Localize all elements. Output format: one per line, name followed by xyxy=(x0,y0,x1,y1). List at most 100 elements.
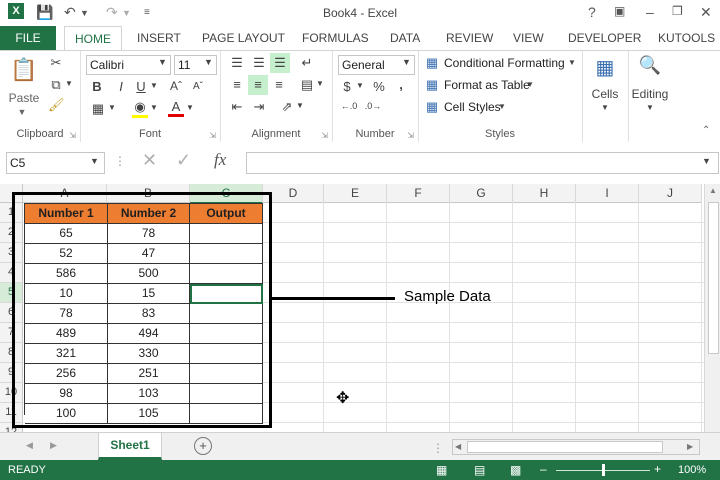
shrink-font-icon[interactable]: Aˇ xyxy=(190,81,206,92)
sheet-tab-sheet1[interactable]: Sheet1 xyxy=(98,433,162,460)
collapse-ribbon-icon[interactable]: ⌃ xyxy=(702,125,710,136)
enter-icon[interactable]: ✓ xyxy=(176,150,191,171)
column-header-d[interactable]: D xyxy=(263,184,324,203)
editing-binoculars-icon[interactable]: 🔍 xyxy=(638,55,662,79)
column-header-h[interactable]: H xyxy=(513,184,576,203)
cell-styles-button[interactable]: Cell Styles xyxy=(444,100,501,114)
paste-button[interactable]: Paste xyxy=(6,91,42,105)
bottom-align-icon[interactable]: ☰ xyxy=(270,53,290,73)
tab-review[interactable]: REVIEW xyxy=(446,31,493,45)
ribbon-display-icon[interactable]: ▣ xyxy=(614,4,625,18)
column-header-i[interactable]: I xyxy=(576,184,639,203)
underline-button[interactable]: U xyxy=(134,79,148,94)
fill-color-icon[interactable]: ◉ xyxy=(132,99,148,118)
borders-dropdown-icon[interactable]: ▼ xyxy=(108,103,116,112)
expand-formula-icon[interactable]: ▼ xyxy=(702,156,711,166)
horizontal-scroll-thumb[interactable] xyxy=(467,441,663,453)
normal-view-icon[interactable]: ▦ xyxy=(436,463,447,477)
minimize-icon[interactable]: – xyxy=(646,4,654,20)
vertical-scrollbar[interactable]: ▲ xyxy=(704,184,720,432)
wrap-text-icon[interactable]: ↵ xyxy=(298,55,316,71)
restore-icon[interactable]: ❐ xyxy=(672,4,683,18)
currency-button[interactable]: $ xyxy=(340,79,354,94)
conditional-formatting-dropdown-icon[interactable]: ▼ xyxy=(568,58,576,67)
tab-formulas[interactable]: FORMULAS xyxy=(302,31,369,45)
align-left-icon[interactable]: ≡ xyxy=(228,77,246,92)
increase-indent-icon[interactable]: ⇥ xyxy=(250,99,268,115)
scroll-left-icon[interactable]: ◀ xyxy=(455,442,461,451)
tab-view[interactable]: VIEW xyxy=(513,31,544,45)
font-launcher-icon[interactable]: ⇲ xyxy=(209,131,216,140)
column-header-f[interactable]: F xyxy=(387,184,450,203)
tab-insert[interactable]: INSERT xyxy=(137,31,181,45)
font-color-dropdown-icon[interactable]: ▼ xyxy=(186,103,194,112)
alignment-launcher-icon[interactable]: ⇲ xyxy=(321,131,328,140)
cells-dropdown-icon[interactable]: ▼ xyxy=(582,103,628,112)
page-break-view-icon[interactable]: ▩ xyxy=(510,463,521,477)
column-header-j[interactable]: J xyxy=(639,184,702,203)
align-center-icon[interactable]: ≡ xyxy=(248,75,268,95)
clipboard-launcher-icon[interactable]: ⇲ xyxy=(69,131,76,140)
copy-dropdown-icon[interactable]: ▼ xyxy=(64,79,74,88)
top-align-icon[interactable]: ☰ xyxy=(228,55,246,71)
increase-decimal-icon[interactable]: ←.0 xyxy=(340,101,358,111)
bold-button[interactable]: B xyxy=(90,79,104,94)
conditional-formatting-button[interactable]: Conditional Formatting xyxy=(444,56,565,70)
decrease-decimal-icon[interactable]: .0→ xyxy=(364,101,382,111)
number-launcher-icon[interactable]: ⇲ xyxy=(407,131,414,140)
comma-button[interactable]: , xyxy=(394,77,408,92)
tab-page-layout[interactable]: PAGE LAYOUT xyxy=(202,31,285,45)
vertical-scroll-thumb[interactable] xyxy=(708,202,719,354)
new-sheet-icon[interactable]: + xyxy=(194,437,212,455)
editing-button[interactable]: Editing xyxy=(628,87,672,101)
worksheet-grid[interactable]: A B C D E F G H I J 1 2 3 4 5 6 7 8 9 10… xyxy=(0,184,720,432)
scroll-up-icon[interactable]: ▲ xyxy=(709,186,717,195)
currency-dropdown-icon[interactable]: ▼ xyxy=(356,81,364,90)
help-icon[interactable]: ? xyxy=(588,4,596,20)
column-header-g[interactable]: G xyxy=(450,184,513,203)
close-icon[interactable]: ✕ xyxy=(700,4,712,21)
middle-align-icon[interactable]: ☰ xyxy=(250,55,268,71)
tab-file[interactable]: FILE xyxy=(0,26,56,50)
formula-input[interactable] xyxy=(246,152,719,174)
horizontal-scrollbar[interactable]: ◀ ▶ xyxy=(452,439,700,455)
cell-styles-icon[interactable]: ▦ xyxy=(424,99,440,115)
tab-developer[interactable]: DEVELOPER xyxy=(568,31,641,45)
number-format-chevron-icon[interactable]: ▼ xyxy=(402,57,411,67)
zoom-in-icon[interactable]: + xyxy=(654,462,661,476)
font-name-chevron-icon[interactable]: ▼ xyxy=(158,57,167,67)
scroll-right-icon[interactable]: ▶ xyxy=(687,442,693,451)
insert-function-icon[interactable]: fx xyxy=(214,150,226,170)
format-as-table-dropdown-icon[interactable]: ▼ xyxy=(526,80,534,89)
format-as-table-button[interactable]: Format as Table xyxy=(444,78,530,92)
paste-icon[interactable]: 📋 xyxy=(10,57,37,87)
editing-dropdown-icon[interactable]: ▼ xyxy=(628,103,672,112)
borders-icon[interactable]: ▦ xyxy=(90,101,106,117)
font-color-icon[interactable]: A xyxy=(168,99,184,117)
font-size-chevron-icon[interactable]: ▼ xyxy=(204,57,213,67)
name-box-dropdown-icon[interactable]: ▼ xyxy=(90,156,99,166)
tab-data[interactable]: DATA xyxy=(390,31,420,45)
cut-icon[interactable]: ✂ xyxy=(48,55,64,71)
percent-button[interactable]: % xyxy=(372,79,386,94)
paste-dropdown-icon[interactable]: ▼ xyxy=(14,107,30,117)
grow-font-icon[interactable]: Aˆ xyxy=(168,79,184,93)
zoom-level[interactable]: 100% xyxy=(678,464,706,476)
cells-button[interactable]: Cells xyxy=(582,87,628,101)
next-sheet-icon[interactable]: ▶ xyxy=(50,440,57,451)
underline-dropdown-icon[interactable]: ▼ xyxy=(150,81,158,90)
tab-home[interactable]: HOME xyxy=(64,26,122,51)
align-right-icon[interactable]: ≡ xyxy=(270,77,288,92)
format-painter-icon[interactable]: 🖌 xyxy=(48,97,65,113)
zoom-slider-thumb[interactable] xyxy=(602,464,605,476)
merge-dropdown-icon[interactable]: ▼ xyxy=(316,79,324,88)
fill-color-dropdown-icon[interactable]: ▼ xyxy=(150,103,158,112)
cells-icon[interactable]: ▦ xyxy=(594,55,616,79)
conditional-formatting-icon[interactable]: ▦ xyxy=(424,55,440,71)
italic-button[interactable]: I xyxy=(114,79,128,94)
cancel-icon[interactable]: ✕ xyxy=(142,150,157,171)
decrease-indent-icon[interactable]: ⇤ xyxy=(228,99,246,115)
tab-kutools[interactable]: KUTOOLS xyxy=(658,31,715,45)
cell-styles-dropdown-icon[interactable]: ▼ xyxy=(498,102,506,111)
merge-center-icon[interactable]: ▤ xyxy=(298,77,316,93)
